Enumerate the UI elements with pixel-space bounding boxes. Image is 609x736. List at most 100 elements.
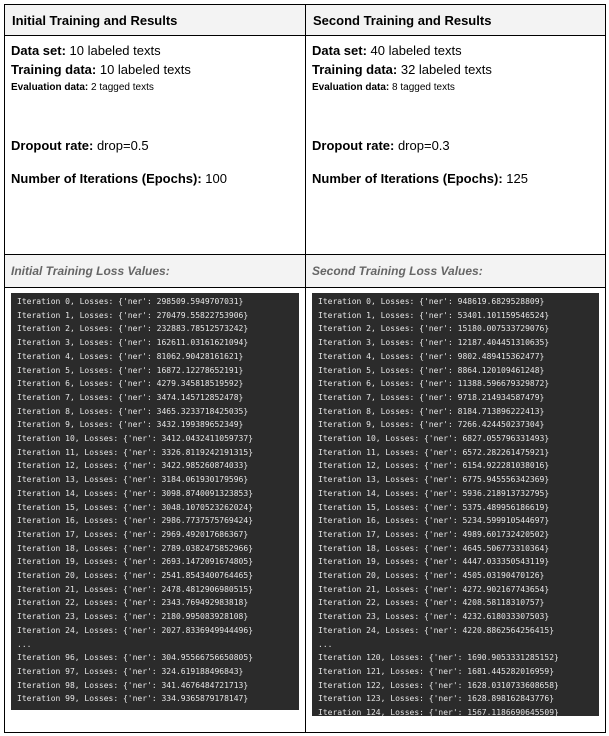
log-line: Iteration 9, Losses: {'ner': 7266.424450… bbox=[318, 420, 545, 430]
left-log-cell: Iteration 0, Losses: {'ner': 298509.5949… bbox=[4, 287, 306, 733]
log-line: Iteration 11, Losses: {'ner': 6572.28226… bbox=[318, 447, 550, 457]
log-line: Iteration 22, Losses: {'ner': 2343.76949… bbox=[17, 598, 249, 608]
left-training: Training data: 10 labeled texts bbox=[11, 60, 305, 79]
right-loss-title: Second Training Loss Values: bbox=[312, 264, 483, 278]
log-line: Iteration 8, Losses: {'ner': 3465.323371… bbox=[17, 406, 249, 416]
log-line: Iteration 24, Losses: {'ner': 4220.88625… bbox=[318, 625, 555, 635]
log-line: Iteration 8, Losses: {'ner': 8184.713896… bbox=[318, 406, 545, 416]
left-loss-log: Iteration 0, Losses: {'ner': 298509.5949… bbox=[11, 293, 299, 710]
log-line: Iteration 16, Losses: {'ner': 2986.77375… bbox=[17, 516, 254, 526]
log-line: Iteration 17, Losses: {'ner': 2969.49201… bbox=[17, 529, 249, 539]
left-header-cell: Initial Training and Results bbox=[4, 4, 306, 36]
left-dropout-value: drop=0.5 bbox=[93, 138, 149, 153]
left-dataset: Data set: 10 labeled texts bbox=[11, 41, 305, 60]
log-line: Iteration 12, Losses: {'ner': 3422.98526… bbox=[17, 461, 249, 471]
log-line: Iteration 0, Losses: {'ner': 298509.5949… bbox=[17, 297, 244, 306]
log-line: Iteration 20, Losses: {'ner': 4505.03190… bbox=[318, 571, 545, 581]
log-line: Iteration 19, Losses: {'ner': 2693.14720… bbox=[17, 557, 254, 567]
log-line: Iteration 23, Losses: {'ner': 2180.99508… bbox=[17, 612, 249, 622]
right-iter-value: 125 bbox=[502, 171, 528, 186]
left-eval-label: Evaluation data: bbox=[11, 82, 89, 93]
log-line: Iteration 5, Losses: {'ner': 8864.120109… bbox=[318, 365, 545, 375]
log-line: Iteration 4, Losses: {'ner': 81062.90428… bbox=[17, 351, 244, 361]
log-line: Iteration 13, Losses: {'ner': 6775.94555… bbox=[318, 475, 550, 485]
right-dataset-label: Data set: bbox=[312, 43, 367, 58]
left-title: Initial Training and Results bbox=[12, 13, 178, 28]
right-iterations: Number of Iterations (Epochs): 125 bbox=[312, 169, 605, 188]
right-iter-label: Number of Iterations (Epochs): bbox=[312, 171, 503, 186]
log-line: Iteration 24, Losses: {'ner': 2027.83369… bbox=[17, 625, 254, 635]
left-info-cell: Data set: 10 labeled texts Training data… bbox=[4, 35, 306, 255]
log-line: Iteration 97, Losses: {'ner': 324.619188… bbox=[17, 666, 244, 676]
right-eval-value: 8 tagged texts bbox=[389, 82, 455, 93]
right-title: Second Training and Results bbox=[313, 13, 492, 28]
log-line: Iteration 7, Losses: {'ner': 3474.145712… bbox=[17, 392, 244, 402]
log-line: Iteration 124, Losses: {'ner': 1567.1186… bbox=[318, 708, 559, 718]
log-line: Iteration 122, Losses: {'ner': 1628.0310… bbox=[318, 680, 559, 690]
log-line: Iteration 15, Losses: {'ner': 5375.48995… bbox=[318, 502, 550, 512]
right-loss-header-cell: Second Training Loss Values: bbox=[305, 254, 606, 288]
log-line: Iteration 9, Losses: {'ner': 3432.199389… bbox=[17, 420, 244, 430]
left-iter-label: Number of Iterations (Epochs): bbox=[11, 171, 202, 186]
left-dataset-value: 10 labeled texts bbox=[65, 43, 161, 58]
left-loss-header-cell: Initial Training Loss Values: bbox=[4, 254, 306, 288]
log-line: Iteration 19, Losses: {'ner': 4447.03335… bbox=[318, 557, 550, 567]
right-log-cell: Iteration 0, Losses: {'ner': 948619.6829… bbox=[305, 287, 606, 733]
log-line: Iteration 7, Losses: {'ner': 9718.214934… bbox=[318, 392, 545, 402]
log-line: Iteration 6, Losses: {'ner': 4279.345818… bbox=[17, 379, 244, 389]
left-dropout: Dropout rate: drop=0.5 bbox=[11, 136, 305, 155]
log-line: Iteration 18, Losses: {'ner': 4645.50677… bbox=[318, 543, 550, 553]
log-line: Iteration 120, Losses: {'ner': 1690.9053… bbox=[318, 653, 559, 663]
log-line: ... bbox=[17, 639, 32, 649]
left-eval-value: 2 tagged texts bbox=[88, 82, 154, 93]
log-line: Iteration 14, Losses: {'ner': 3098.87400… bbox=[17, 488, 254, 498]
right-training-label: Training data: bbox=[312, 62, 398, 77]
log-line: Iteration 2, Losses: {'ner': 15180.00753… bbox=[318, 324, 550, 334]
log-line: Iteration 15, Losses: {'ner': 3048.10705… bbox=[17, 502, 254, 512]
log-line: Iteration 2, Losses: {'ner': 232883.7851… bbox=[17, 324, 249, 334]
right-loss-log: Iteration 0, Losses: {'ner': 948619.6829… bbox=[312, 293, 599, 717]
log-line: Iteration 23, Losses: {'ner': 4232.61803… bbox=[318, 612, 550, 622]
right-training-value: 32 labeled texts bbox=[397, 62, 492, 77]
log-line: Iteration 12, Losses: {'ner': 6154.92228… bbox=[318, 461, 550, 471]
left-iterations: Number of Iterations (Epochs): 100 bbox=[11, 169, 305, 188]
log-line: Iteration 99, Losses: {'ner': 334.936587… bbox=[17, 694, 249, 704]
right-dataset-value: 40 labeled texts bbox=[366, 43, 462, 58]
right-training: Training data: 32 labeled texts bbox=[312, 60, 605, 79]
log-line: Iteration 121, Losses: {'ner': 1681.4452… bbox=[318, 666, 555, 676]
log-line: Iteration 21, Losses: {'ner': 2478.48129… bbox=[17, 584, 254, 594]
log-line: Iteration 13, Losses: {'ner': 3184.06193… bbox=[17, 475, 249, 485]
right-header-cell: Second Training and Results bbox=[305, 4, 606, 36]
log-line: Iteration 123, Losses: {'ner': 1628.8981… bbox=[318, 694, 555, 704]
log-line: Iteration 16, Losses: {'ner': 5234.59991… bbox=[318, 516, 550, 526]
log-line: Iteration 5, Losses: {'ner': 16872.12278… bbox=[17, 365, 244, 375]
log-line: Iteration 98, Losses: {'ner': 341.467648… bbox=[17, 680, 249, 690]
results-table: Initial Training and Results Second Trai… bbox=[4, 4, 606, 733]
log-line: Iteration 3, Losses: {'ner': 162611.0316… bbox=[17, 338, 249, 348]
right-dropout-label: Dropout rate: bbox=[312, 138, 395, 153]
left-training-label: Training data: bbox=[11, 62, 97, 77]
log-line: Iteration 10, Losses: {'ner': 6827.05579… bbox=[318, 434, 550, 444]
log-line: Iteration 0, Losses: {'ner': 948619.6829… bbox=[318, 297, 545, 306]
log-line: Iteration 3, Losses: {'ner': 12187.40445… bbox=[318, 338, 550, 348]
log-line: Iteration 21, Losses: {'ner': 4272.90216… bbox=[318, 584, 550, 594]
left-training-value: 10 labeled texts bbox=[96, 62, 191, 77]
log-line: Iteration 14, Losses: {'ner': 5936.21891… bbox=[318, 488, 550, 498]
right-info-cell: Data set: 40 labeled texts Training data… bbox=[305, 35, 606, 255]
log-line: Iteration 22, Losses: {'ner': 4208.58118… bbox=[318, 598, 545, 608]
right-eval: Evaluation data: 8 tagged texts bbox=[312, 79, 605, 96]
log-line: Iteration 1, Losses: {'ner': 53401.10115… bbox=[318, 310, 550, 320]
left-loss-title: Initial Training Loss Values: bbox=[11, 264, 170, 278]
left-dataset-label: Data set: bbox=[11, 43, 66, 58]
right-dropout-value: drop=0.3 bbox=[394, 138, 450, 153]
left-eval: Evaluation data: 2 tagged texts bbox=[11, 79, 305, 96]
log-line: Iteration 18, Losses: {'ner': 2789.03824… bbox=[17, 543, 254, 553]
log-line: Iteration 17, Losses: {'ner': 4989.60173… bbox=[318, 529, 550, 539]
log-line: Iteration 96, Losses: {'ner': 304.955667… bbox=[17, 653, 254, 663]
right-eval-label: Evaluation data: bbox=[312, 82, 390, 93]
right-dataset: Data set: 40 labeled texts bbox=[312, 41, 605, 60]
log-line: Iteration 10, Losses: {'ner': 3412.04324… bbox=[17, 434, 254, 444]
log-line: Iteration 1, Losses: {'ner': 270479.5582… bbox=[17, 310, 249, 320]
log-line: Iteration 11, Losses: {'ner': 3326.81192… bbox=[17, 447, 254, 457]
right-dropout: Dropout rate: drop=0.3 bbox=[312, 136, 605, 155]
